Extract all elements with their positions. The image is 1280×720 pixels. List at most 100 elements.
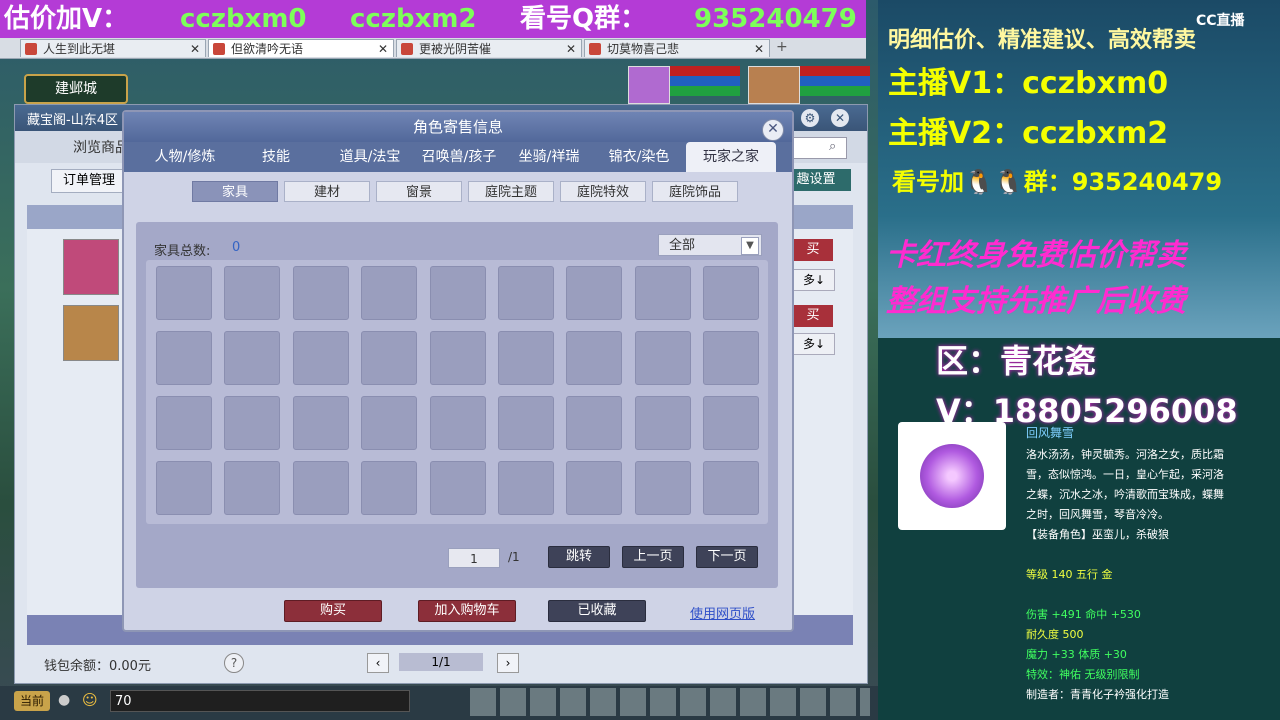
pet-portrait[interactable] [628, 66, 670, 104]
furniture-slot[interactable] [156, 266, 212, 320]
furniture-slot[interactable] [498, 266, 554, 320]
furniture-slot[interactable] [361, 266, 418, 320]
buy-button[interactable]: 买 [793, 239, 833, 261]
furniture-slot[interactable] [703, 461, 760, 515]
subtab-window-view[interactable]: 窗景 [376, 181, 462, 202]
furniture-slot[interactable] [429, 396, 486, 450]
furniture-slot[interactable] [703, 331, 760, 385]
close-icon[interactable]: ✕ [762, 119, 784, 141]
furniture-slot[interactable] [498, 396, 554, 450]
next-page-button[interactable]: › [497, 653, 519, 673]
tab-favicon-icon [25, 43, 37, 55]
page-number-input[interactable]: 1 [448, 548, 500, 568]
furniture-slot[interactable] [224, 396, 281, 450]
furniture-slot[interactable] [498, 461, 554, 515]
furniture-slot[interactable] [634, 396, 691, 450]
furniture-slot[interactable] [634, 461, 691, 515]
furniture-slot[interactable] [224, 331, 281, 385]
tab-character[interactable]: 人物/修炼 [134, 142, 236, 172]
use-web-version-link[interactable]: 使用网页版 [690, 603, 755, 622]
item-maker: 制造者：青青化子衿强化打造 [1026, 688, 1169, 701]
more-dropdown[interactable]: 多↓ [793, 269, 835, 291]
furniture-slot[interactable] [566, 266, 623, 320]
furniture-slot[interactable] [566, 461, 623, 515]
browser-tab-3[interactable]: 更被光阴苦催 ✕ [396, 39, 582, 57]
more-dropdown[interactable]: 多↓ [793, 333, 835, 355]
furniture-slot[interactable] [429, 461, 486, 515]
promo-line-5: 卡红终身免费估价帮卖 [886, 238, 1186, 273]
microphone-icon[interactable]: ● [58, 690, 74, 710]
order-management-button[interactable]: 订单管理 [51, 169, 127, 193]
tab-summons[interactable]: 召唤兽/孩子 [414, 142, 504, 172]
close-icon[interactable]: ✕ [378, 40, 388, 58]
tab-skills[interactable]: 技能 [236, 142, 316, 172]
tab-player-home[interactable]: 玩家之家 [686, 142, 776, 172]
furniture-slot[interactable] [224, 266, 281, 320]
furniture-slot[interactable] [634, 266, 691, 320]
furniture-slot[interactable] [156, 331, 212, 385]
furniture-slot[interactable] [566, 396, 623, 450]
item-damage: 伤害 +491 命中 +530 [1026, 608, 1141, 621]
subtab-building-materials[interactable]: 建材 [284, 181, 370, 202]
buy-button[interactable]: 买 [793, 305, 833, 327]
favorited-button[interactable]: 已收藏 [548, 600, 646, 622]
subtab-courtyard-effects[interactable]: 庭院特效 [560, 181, 646, 202]
close-icon[interactable]: ✕ [566, 40, 576, 58]
tab-items[interactable]: 道具/法宝 [320, 142, 420, 172]
furniture-slot[interactable] [703, 396, 760, 450]
chevron-down-icon[interactable]: ▼ [741, 237, 759, 255]
furniture-slot[interactable] [292, 396, 349, 450]
buy-button[interactable]: 购买 [284, 600, 382, 622]
subtab-courtyard-theme[interactable]: 庭院主题 [468, 181, 554, 202]
furniture-slot[interactable] [224, 461, 281, 515]
furniture-slot[interactable] [703, 266, 760, 320]
tab-browse-goods[interactable]: 浏览商品 [73, 137, 129, 157]
chat-channel-button[interactable]: 当前 [14, 691, 50, 711]
browser-tab-4[interactable]: 切莫物喜己悲 ✕ [584, 39, 770, 57]
close-icon[interactable]: ✕ [831, 109, 849, 127]
furniture-slot[interactable] [429, 266, 486, 320]
player-portrait[interactable] [748, 66, 800, 104]
furniture-slot[interactable] [429, 331, 486, 385]
help-icon[interactable]: ? [224, 653, 244, 673]
prev-page-button[interactable]: ‹ [367, 653, 389, 673]
furniture-slot[interactable] [361, 331, 418, 385]
subtab-furniture[interactable]: 家具 [192, 181, 278, 202]
character-avatar[interactable] [63, 239, 119, 295]
furniture-slot[interactable] [156, 461, 212, 515]
subtab-courtyard-ornaments[interactable]: 庭院饰品 [652, 181, 738, 202]
settings-gear-icon[interactable]: ⚙ [801, 109, 819, 127]
tab-mounts[interactable]: 坐骑/祥瑞 [504, 142, 594, 172]
furniture-slot[interactable] [292, 331, 349, 385]
magic-orb-icon [920, 444, 984, 508]
banner-text-5: 935240479 [694, 4, 857, 34]
next-page-button[interactable]: 下一页 [696, 546, 758, 568]
character-avatar[interactable] [63, 305, 119, 361]
new-tab-button[interactable]: + [776, 39, 790, 55]
tab-costumes[interactable]: 锦衣/染色 [594, 142, 684, 172]
furniture-slot[interactable] [498, 331, 554, 385]
furniture-slot[interactable] [292, 461, 349, 515]
browser-tab-2[interactable]: 但欲清吟无语 ✕ [208, 39, 394, 57]
tab-favicon-icon [213, 43, 225, 55]
furniture-slot[interactable] [292, 266, 349, 320]
furniture-slot[interactable] [361, 461, 418, 515]
role-consignment-dialog: 角色寄售信息 ✕ 人物/修炼 技能 道具/法宝 召唤兽/孩子 坐骑/祥瑞 锦衣/… [122, 110, 794, 632]
furniture-slot[interactable] [634, 331, 691, 385]
furniture-slot[interactable] [156, 396, 212, 450]
search-icon[interactable]: ⌕ [829, 139, 836, 154]
filter-select[interactable]: 全部 ▼ [658, 234, 762, 256]
chat-input[interactable]: 70 [110, 690, 410, 712]
prev-page-button[interactable]: 上一页 [622, 546, 684, 568]
emoji-icon[interactable]: ☺ [82, 690, 102, 710]
dialog-tab-bar: 人物/修炼 技能 道具/法宝 召唤兽/孩子 坐骑/祥瑞 锦衣/染色 玩家之家 [124, 142, 792, 172]
furniture-slot[interactable] [566, 331, 623, 385]
furniture-slot[interactable] [361, 396, 418, 450]
close-icon[interactable]: ✕ [754, 40, 764, 58]
add-to-cart-button[interactable]: 加入购物车 [418, 600, 516, 622]
close-icon[interactable]: ✕ [190, 40, 200, 58]
jump-button[interactable]: 跳转 [548, 546, 610, 568]
browser-tab-label: 人生到此无堪 [43, 42, 116, 56]
toolbar-shortcut-icons[interactable] [470, 688, 870, 716]
browser-tab-1[interactable]: 人生到此无堪 ✕ [20, 39, 206, 57]
